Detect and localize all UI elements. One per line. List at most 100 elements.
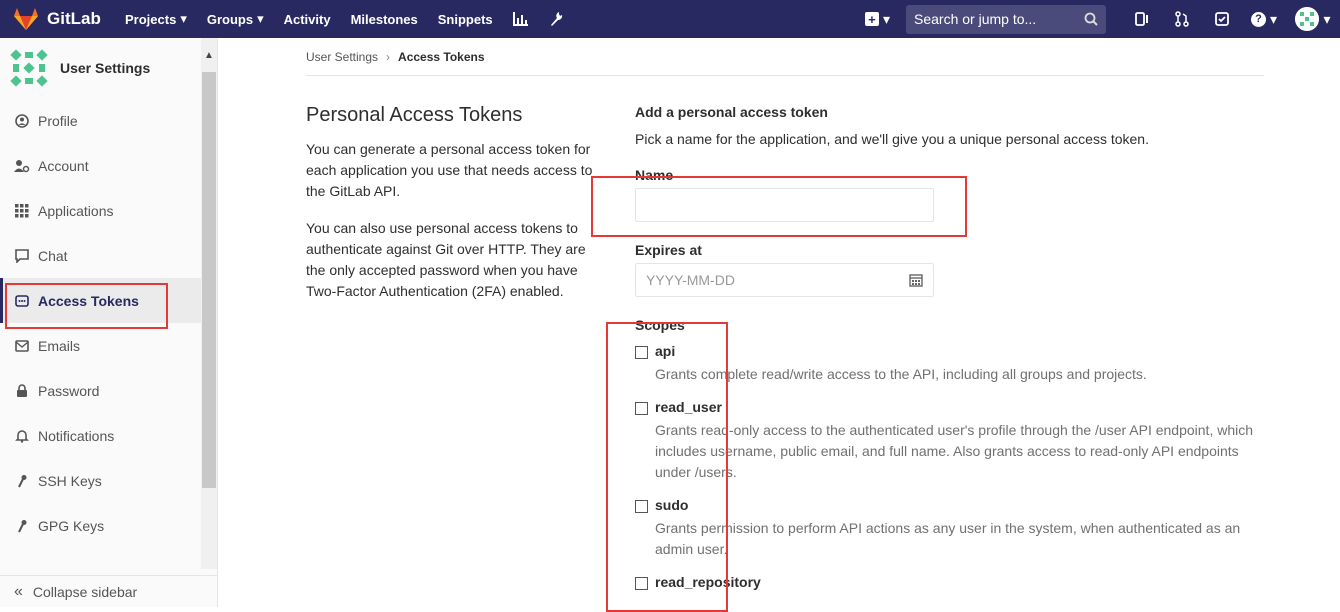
scope-read-repository-checkbox[interactable] [635,577,648,590]
sidebar-item-notifications[interactable]: Notifications [0,413,202,458]
expires-group: Expires at YYYY-MM-DD [635,242,1265,297]
sidebar-item-label: SSH Keys [38,472,102,489]
wrench-icon[interactable] [539,0,573,38]
scrollbar-thumb[interactable] [202,72,216,488]
intro-section: Personal Access Tokens You can generate … [306,104,606,318]
applications-icon [14,203,30,219]
new-item-button[interactable]: + ▾ [855,11,900,28]
issues-icon[interactable] [1122,0,1162,38]
account-icon [14,158,30,174]
sidebar-item-label: GPG Keys [38,517,105,534]
bell-icon [14,428,30,444]
scopes-label: Scopes [635,317,685,333]
search-placeholder: Search or jump to... [914,11,1037,27]
token-form: Add a personal access token Pick a name … [635,104,1265,604]
nav-projects-label: Projects [125,11,177,27]
nav-groups[interactable]: Groups ▾ [197,0,274,38]
sidebar-item-chat[interactable]: Chat [0,233,202,278]
breadcrumb: User Settings › Access Tokens [306,38,1264,76]
sidebar-scrollbar[interactable]: ▲ [201,38,217,569]
sidebar-item-label: Account [38,157,89,174]
chevron-down-icon: ▾ [180,11,187,26]
key-icon [14,473,30,489]
gitlab-logo-icon [14,8,38,30]
scope-name[interactable]: read_repository [655,574,1265,590]
sidebar-item-applications[interactable]: Applications [0,188,202,233]
breadcrumb-root[interactable]: User Settings [306,50,378,64]
mail-icon [14,338,30,354]
sidebar-item-label: Notifications [38,427,115,444]
plus-icon: + [864,12,879,27]
sidebar-title: User Settings [60,60,151,76]
scope-name[interactable]: api [655,343,1265,359]
brand-name: GitLab [47,9,101,28]
scope-sudo-checkbox[interactable] [635,500,648,513]
breadcrumb-current[interactable]: Access Tokens [398,50,485,64]
scope-description: Grants complete read/write access to the… [655,366,1147,382]
scope-read-user: read_user Grants read-only access to the… [635,399,1265,483]
help-icon: ? [1250,11,1266,27]
intro-paragraph-1: You can generate a personal access token… [306,141,593,199]
help-menu[interactable]: ? ▾ [1242,0,1286,38]
chevron-down-icon: ▾ [882,10,890,27]
user-avatar-icon [10,49,48,87]
nav-snippets-label: Snippets [437,11,493,27]
nav-projects[interactable]: Projects ▾ [115,0,197,38]
gitlab-home-link[interactable]: GitLab [0,7,115,31]
merge-requests-icon[interactable] [1162,0,1202,38]
chevron-down-icon: ▾ [257,11,264,26]
form-lead: Pick a name for the application, and we'… [635,131,1149,147]
sidebar-item-password[interactable]: Password [0,368,202,413]
search-input[interactable]: Search or jump to... [906,4,1106,34]
sidebar-item-profile[interactable]: Profile [0,98,202,143]
lock-icon [14,383,30,399]
chart-icon[interactable] [503,0,539,38]
chevron-down-icon: ▾ [1323,10,1331,27]
sidebar-item-label: Emails [38,337,81,354]
nav-snippets[interactable]: Snippets [428,0,503,38]
sidebar-item-account[interactable]: Account [0,143,202,188]
scope-name[interactable]: read_user [655,399,1265,415]
sidebar-header[interactable]: User Settings [0,38,217,98]
scopes-group: Scopes api Grants complete read/write ac… [635,317,1265,590]
nav-activity[interactable]: Activity [274,0,341,38]
sidebar-item-label: Chat [38,247,68,264]
sidebar-item-label: Password [38,382,100,399]
name-input[interactable] [635,188,934,222]
nav-activity-label: Activity [283,11,331,27]
user-menu[interactable]: ▾ [1286,0,1340,38]
intro-paragraph-2: You can also use personal access tokens … [306,220,586,299]
sidebar-item-label: Applications [38,202,114,219]
sidebar-item-access-tokens[interactable]: Access Tokens [0,278,202,323]
user-avatar-icon [1295,7,1320,31]
scope-name[interactable]: sudo [655,497,1265,513]
expires-input[interactable]: YYYY-MM-DD [635,263,934,297]
profile-icon [14,113,30,129]
calendar-icon[interactable] [909,273,923,287]
chat-icon [14,248,30,264]
sidebar-item-label: Access Tokens [38,292,139,309]
nav-milestones[interactable]: Milestones [341,0,428,38]
nav-milestones-label: Milestones [350,11,418,27]
sidebar-item-ssh-keys[interactable]: SSH Keys [0,458,202,503]
search-icon [1084,12,1098,26]
scope-api: api Grants complete read/write access to… [635,343,1265,385]
todos-icon[interactable] [1202,0,1242,38]
scope-api-checkbox[interactable] [635,346,648,359]
collapse-sidebar-label: Collapse sidebar [32,583,138,600]
expires-placeholder: YYYY-MM-DD [646,272,735,288]
token-icon [14,293,30,309]
chevron-up-icon[interactable]: ▲ [201,50,217,61]
sidebar-item-gpg-keys[interactable]: GPG Keys [0,503,202,548]
scope-description: Grants permission to perform API actions… [655,520,1241,557]
sidebar-item-label: Profile [38,112,78,129]
nav-groups-label: Groups [206,11,254,27]
chevron-down-icon: ▾ [1269,10,1278,27]
scope-read-user-checkbox[interactable] [635,402,648,415]
top-navbar: GitLab Projects ▾ Groups ▾ Activity Milest… [0,0,1340,38]
collapse-sidebar-button[interactable]: « Collapse sidebar [0,575,217,607]
scope-description: Grants read-only access to the authentic… [655,422,1254,480]
sidebar-item-emails[interactable]: Emails [0,323,202,368]
name-label: Name [635,167,674,183]
main-content: User Settings › Access Tokens Personal A… [306,38,1264,590]
